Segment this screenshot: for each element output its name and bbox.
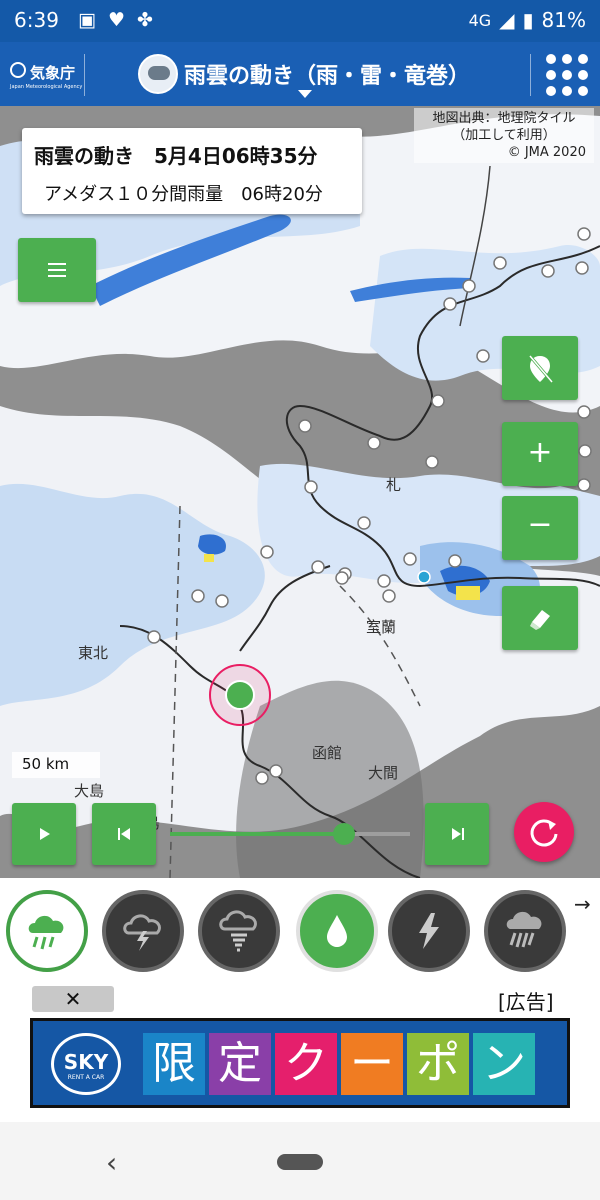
divider <box>84 54 85 96</box>
refresh-icon <box>530 819 558 847</box>
place-label: 大間 <box>368 765 398 782</box>
credit-line: （加工して利用） <box>452 128 556 143</box>
skip-previous-icon <box>118 828 130 840</box>
zoom-out-button[interactable]: − <box>502 496 578 560</box>
credit-line: 地図出典：地理院タイル <box>432 111 576 126</box>
timeline-slider[interactable] <box>170 832 410 836</box>
coupon-char: ポ <box>407 1033 469 1095</box>
jma-mark-icon <box>10 62 26 78</box>
app-bar: 気象庁 Japan Meteorological Agency 雨雲の動き（雨・… <box>0 42 600 106</box>
ad-area: ✕ [広告] SKY RENT A CAR 限 定 ク ー ポ ン <box>0 982 600 1122</box>
arrow-right-icon[interactable]: → <box>574 892 591 916</box>
skip-next-icon <box>452 828 464 840</box>
map-credit: 地図出典：地理院タイル （加工して利用） © JMA 2020 <box>414 108 594 163</box>
timeline-knob[interactable] <box>333 823 355 845</box>
app-grid-menu-button[interactable] <box>544 52 590 98</box>
forecast-time: 雨雲の動き 5月4日06時35分 <box>34 144 318 168</box>
timeline-progress <box>170 832 343 836</box>
system-nav-bar: ‹ <box>0 1122 600 1200</box>
location-button[interactable] <box>502 336 578 400</box>
play-icon <box>40 828 50 840</box>
status-time: 6:39 <box>14 8 59 32</box>
layer-rain-cloud-button[interactable] <box>6 890 88 972</box>
coupon-char: ク <box>275 1033 337 1095</box>
notification-icons: ▣ ♥ ✤ <box>78 9 153 31</box>
menu-button[interactable] <box>18 238 96 302</box>
network-type: 4G <box>468 10 492 30</box>
weather-title-icon <box>138 54 178 94</box>
radar-map[interactable]: 札 室蘭 函館 大間 大島 小島 東北 地図出典：地理院タイル （加工して利用）… <box>0 106 600 878</box>
place-label: 大島 <box>74 783 104 800</box>
battery-icon: ▮ <box>522 8 534 32</box>
title-dropdown-icon[interactable] <box>298 90 312 98</box>
coupon-char: 定 <box>209 1033 271 1095</box>
minus-icon: − <box>527 507 553 542</box>
pinwheel-icon: ✤ <box>137 9 153 31</box>
jma-logo[interactable]: 気象庁 Japan Meteorological Agency <box>8 58 82 94</box>
divider <box>530 54 531 96</box>
step-back-button[interactable] <box>92 803 156 865</box>
brand-sub: RENT A CAR <box>67 1074 105 1081</box>
coupon-char: ン <box>473 1033 535 1095</box>
plus-icon: + <box>527 435 553 470</box>
layer-tornado-button[interactable] <box>198 890 280 972</box>
rain-cloud-icon <box>28 915 64 950</box>
menu-icon <box>48 263 66 277</box>
layer-lightning-button[interactable] <box>388 890 470 972</box>
coupon-char: 限 <box>143 1033 205 1095</box>
ad-close-button[interactable]: ✕ <box>32 986 114 1012</box>
map-style-icon <box>530 610 550 630</box>
heart-icon: ♥ <box>107 9 125 31</box>
image-icon: ▣ <box>78 9 96 31</box>
place-label: 函館 <box>312 745 342 762</box>
ad-banner[interactable]: SKY RENT A CAR 限 定 ク ー ポ ン <box>30 1018 570 1108</box>
zoom-in-button[interactable]: + <box>502 422 578 486</box>
status-right: 4G ◢ ▮ 81% <box>469 8 586 32</box>
thunder-cloud-icon <box>123 914 161 951</box>
home-pill[interactable] <box>277 1154 323 1170</box>
refresh-button[interactable] <box>514 802 574 862</box>
lightning-icon <box>419 913 439 949</box>
brand-name: SKY <box>63 1050 109 1074</box>
heavy-rain-icon <box>506 911 542 948</box>
back-icon[interactable]: ‹ <box>106 1146 117 1179</box>
scale-bar: 50 km <box>12 752 100 778</box>
credit-line: © JMA 2020 <box>507 145 586 160</box>
agency-sub: Japan Meteorological Agency <box>10 84 83 90</box>
layer-selector: → <box>0 878 600 982</box>
layer-thunder-button[interactable] <box>102 890 184 972</box>
layer-amedas-rain-button[interactable] <box>296 890 378 972</box>
amedas-time: アメダス１０分間雨量 06時20分 <box>44 184 323 205</box>
map-style-button[interactable] <box>502 586 578 650</box>
tornado-icon <box>219 910 257 952</box>
place-label: 室蘭 <box>366 619 396 636</box>
sky-logo: SKY RENT A CAR <box>51 1033 121 1095</box>
place-label: 札 <box>386 477 401 494</box>
signal-icon: ◢ <box>499 8 515 32</box>
status-bar: 6:39 ▣ ♥ ✤ 4G ◢ ▮ 81% <box>0 0 600 42</box>
step-forward-button[interactable] <box>425 803 489 865</box>
coupon-char: ー <box>341 1033 403 1095</box>
page-title[interactable]: 雨雲の動き（雨・雷・竜巻） <box>184 58 470 90</box>
water-drop-icon <box>327 915 347 947</box>
place-label: 東北 <box>78 645 108 662</box>
battery-level: 81% <box>541 8 586 32</box>
play-button[interactable] <box>12 803 76 865</box>
ad-label: [広告] <box>498 990 554 1014</box>
time-info-box: 雨雲の動き 5月4日06時35分 アメダス１０分間雨量 06時20分 <box>22 128 362 214</box>
location-off-icon <box>528 355 554 383</box>
layer-heavy-rain-button[interactable] <box>484 890 566 972</box>
agency-name: 気象庁 <box>30 64 76 82</box>
